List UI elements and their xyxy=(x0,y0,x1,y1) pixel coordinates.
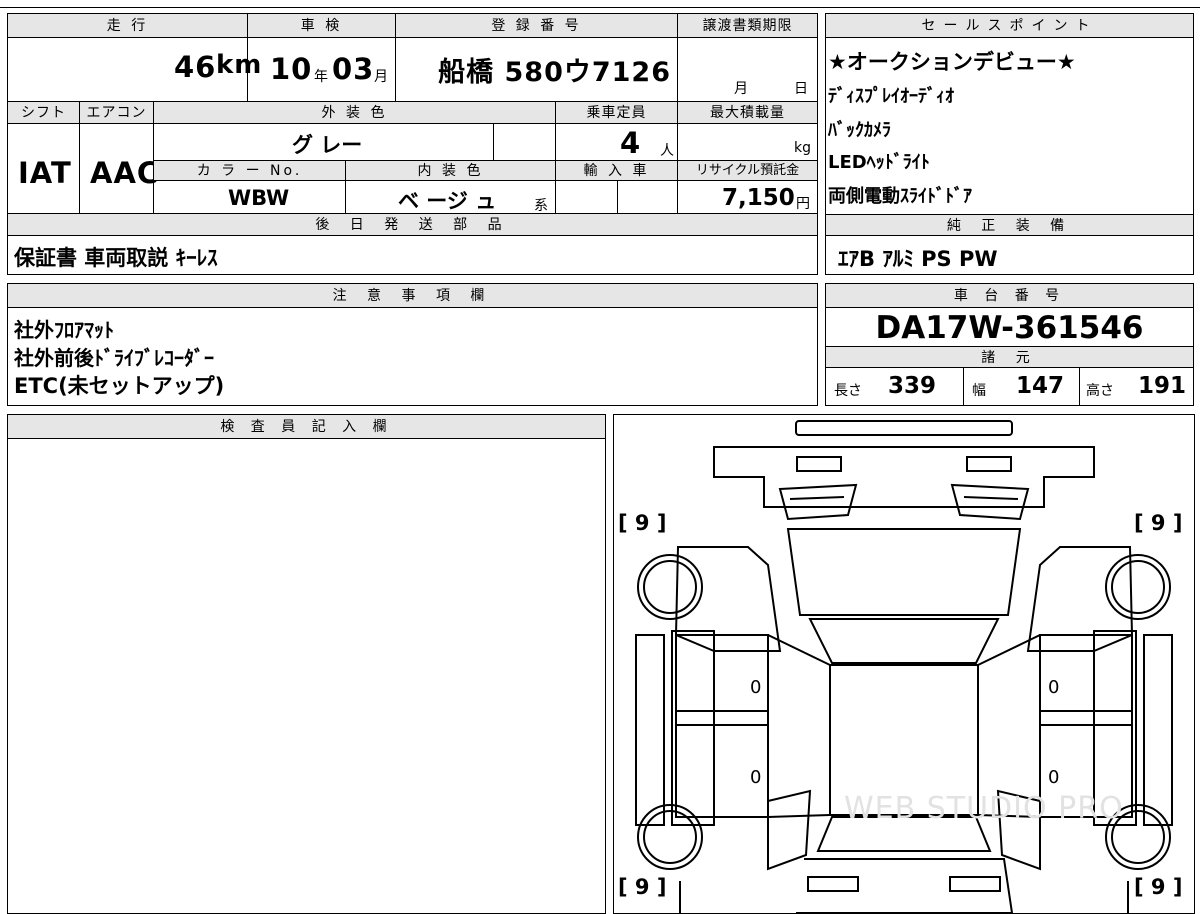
later-parts-value: 保証書 車両取説 ｷｰﾚｽ xyxy=(14,246,218,270)
standard-equipment-header: 純 正 装 備 xyxy=(826,214,1193,236)
inspection-header: 車 検 xyxy=(248,14,396,38)
registration-value: 船橋 580ウ7126 xyxy=(438,57,671,88)
capacity-value: 4 xyxy=(620,126,642,160)
recycle-header: リサイクル預託金 xyxy=(678,161,817,181)
watermark-text: WEB STUDIO PRO xyxy=(844,791,1124,826)
spec-height-value: 191 xyxy=(1138,373,1187,399)
color-no-cell: WBW xyxy=(154,181,346,214)
car-outline-diagram xyxy=(635,420,1173,913)
later-parts-header: 後 日 発 送 部 品 xyxy=(8,214,817,236)
max-load-unit: kg xyxy=(794,140,811,156)
interior-color-cell: ベ ージ ュ 系 xyxy=(346,181,556,214)
import-cell-a xyxy=(556,181,618,214)
spec-width-label: 幅 xyxy=(972,383,986,399)
registration-header: 登 録 番 号 xyxy=(396,14,678,38)
tire-front-right-value: [ 9 ] xyxy=(1134,511,1183,535)
inspector-box: 検 査 員 記 入 欄 xyxy=(7,414,606,914)
ac-value: AAC xyxy=(90,156,160,190)
color-no-header: カ ラ ー No. xyxy=(154,161,346,181)
door-damage-value: 0 xyxy=(750,677,762,698)
transfer-deadline-cell: 月 日 xyxy=(678,38,817,102)
shift-cell: IAT xyxy=(8,124,80,214)
note-item: 社外前後ﾄﾞﾗｲﾌﾞﾚｺｰﾀﾞｰ xyxy=(14,346,214,370)
sales-point-item: 両側電動ｽﾗｲﾄﾞﾄﾞｱ xyxy=(828,186,972,207)
inspection-month: 03 xyxy=(332,52,375,86)
recycle-value: 7,150 xyxy=(722,185,795,211)
sales-point-item: ﾃﾞｨｽﾌﾟﾚｲｵｰﾃﾞｨｵ xyxy=(828,86,954,107)
mileage-cell: 46 km xyxy=(8,38,261,102)
transfer-deadline-header: 譲渡書類期限 xyxy=(678,14,817,38)
sales-point-item: ﾊﾞｯｸｶﾒﾗ xyxy=(828,120,891,141)
note-item: ETC(未セットアップ) xyxy=(14,374,225,398)
spec-length-cell: 長さ 339 xyxy=(826,368,964,405)
door-damage-value: 0 xyxy=(750,767,762,788)
shift-value: IAT xyxy=(18,156,72,190)
transfer-month-unit: 月 xyxy=(734,81,748,97)
spec-width-cell: 幅 147 xyxy=(964,368,1080,405)
standard-equipment-value: ｴｱB ｱﾙﾐ PS PW xyxy=(838,247,998,271)
sales-point-item: LEDﾍｯﾄﾞﾗｲﾄ xyxy=(828,152,930,173)
capacity-header: 乗車定員 xyxy=(556,102,678,124)
inspection-month-unit: 月 xyxy=(374,69,388,85)
spec-height-cell: 高さ 191 xyxy=(1080,368,1193,405)
chassis-header: 車 台 番 号 xyxy=(826,284,1193,308)
recycle-unit: 円 xyxy=(796,196,810,212)
ac-header: エアコン xyxy=(80,102,154,124)
tire-rear-right-value: [ 9 ] xyxy=(1134,875,1183,899)
chassis-value: DA17W-361546 xyxy=(875,310,1144,346)
note-item: 社外ﾌﾛｱﾏｯﾄ xyxy=(14,318,114,342)
transfer-day-unit: 日 xyxy=(794,81,808,97)
mileage-value: 46 xyxy=(174,50,217,84)
exterior-color-cell: グ レー xyxy=(154,124,494,161)
sales-points-header: セールスポイント xyxy=(826,14,1193,38)
capacity-cell: 4 人 xyxy=(556,124,678,161)
exterior-color-header: 外 装 色 xyxy=(154,102,556,124)
import-cell-b xyxy=(618,181,678,214)
max-load-header: 最大積載量 xyxy=(678,102,817,124)
inspection-year-unit: 年 xyxy=(314,69,328,85)
sales-points-box: セールスポイント ★オークションデビュー★ ﾃﾞｨｽﾌﾟﾚｲｵｰﾃﾞｨｵ ﾊﾞｯ… xyxy=(825,13,1194,275)
spec-length-value: 339 xyxy=(888,373,937,399)
door-damage-value: 0 xyxy=(1048,767,1060,788)
color-no-value: WBW xyxy=(228,186,290,210)
capacity-unit: 人 xyxy=(660,143,674,159)
door-damage-value: 0 xyxy=(1048,677,1060,698)
shift-header: シフト xyxy=(8,102,80,124)
exterior-color-value: グ レー xyxy=(292,133,363,157)
notes-header: 注 意 事 項 欄 xyxy=(8,284,817,308)
interior-color-suffix: 系 xyxy=(534,198,548,214)
tire-front-left-value: [ 9 ] xyxy=(618,511,667,535)
tire-rear-left-value: [ 9 ] xyxy=(618,875,667,899)
exterior-color-extra-cell xyxy=(494,124,556,161)
recycle-cell: 7,150 円 xyxy=(678,181,817,214)
mileage-header: 走 行 xyxy=(8,14,248,38)
inspection-cell: 10 年 03 月 xyxy=(248,38,396,102)
max-load-cell: kg xyxy=(678,124,817,161)
ac-cell: AAC xyxy=(80,124,158,214)
spec-length-label: 長さ xyxy=(834,383,862,399)
interior-color-value: ベ ージ ュ xyxy=(398,189,497,213)
chassis-box: 車 台 番 号 DA17W-361546 諸 元 長さ 339 幅 147 高さ… xyxy=(825,283,1194,406)
notes-box: 注 意 事 項 欄 社外ﾌﾛｱﾏｯﾄ 社外前後ﾄﾞﾗｲﾌﾞﾚｺｰﾀﾞｰ ETC(… xyxy=(7,283,818,406)
spec-height-label: 高さ xyxy=(1086,383,1114,399)
inspection-year: 10 xyxy=(270,52,313,86)
import-header: 輸 入 車 xyxy=(556,161,678,181)
inspector-header: 検 査 員 記 入 欄 xyxy=(8,415,605,439)
interior-color-header: 内 装 色 xyxy=(346,161,556,181)
top-cutoff-strip xyxy=(0,0,1200,8)
registration-cell: 船橋 580ウ7126 xyxy=(396,38,678,102)
spec-width-value: 147 xyxy=(1016,373,1065,399)
car-diagram-box: [ 9 ] [ 9 ] [ 9 ] [ 9 ] 0 0 0 0 WEB STUD… xyxy=(613,414,1195,914)
specs-header: 諸 元 xyxy=(826,346,1193,368)
main-info-table: 走 行 車 検 登 録 番 号 譲渡書類期限 46 km 10 年 03 月 船… xyxy=(7,13,818,275)
sales-point-item: ★オークションデビュー★ xyxy=(828,50,1076,74)
